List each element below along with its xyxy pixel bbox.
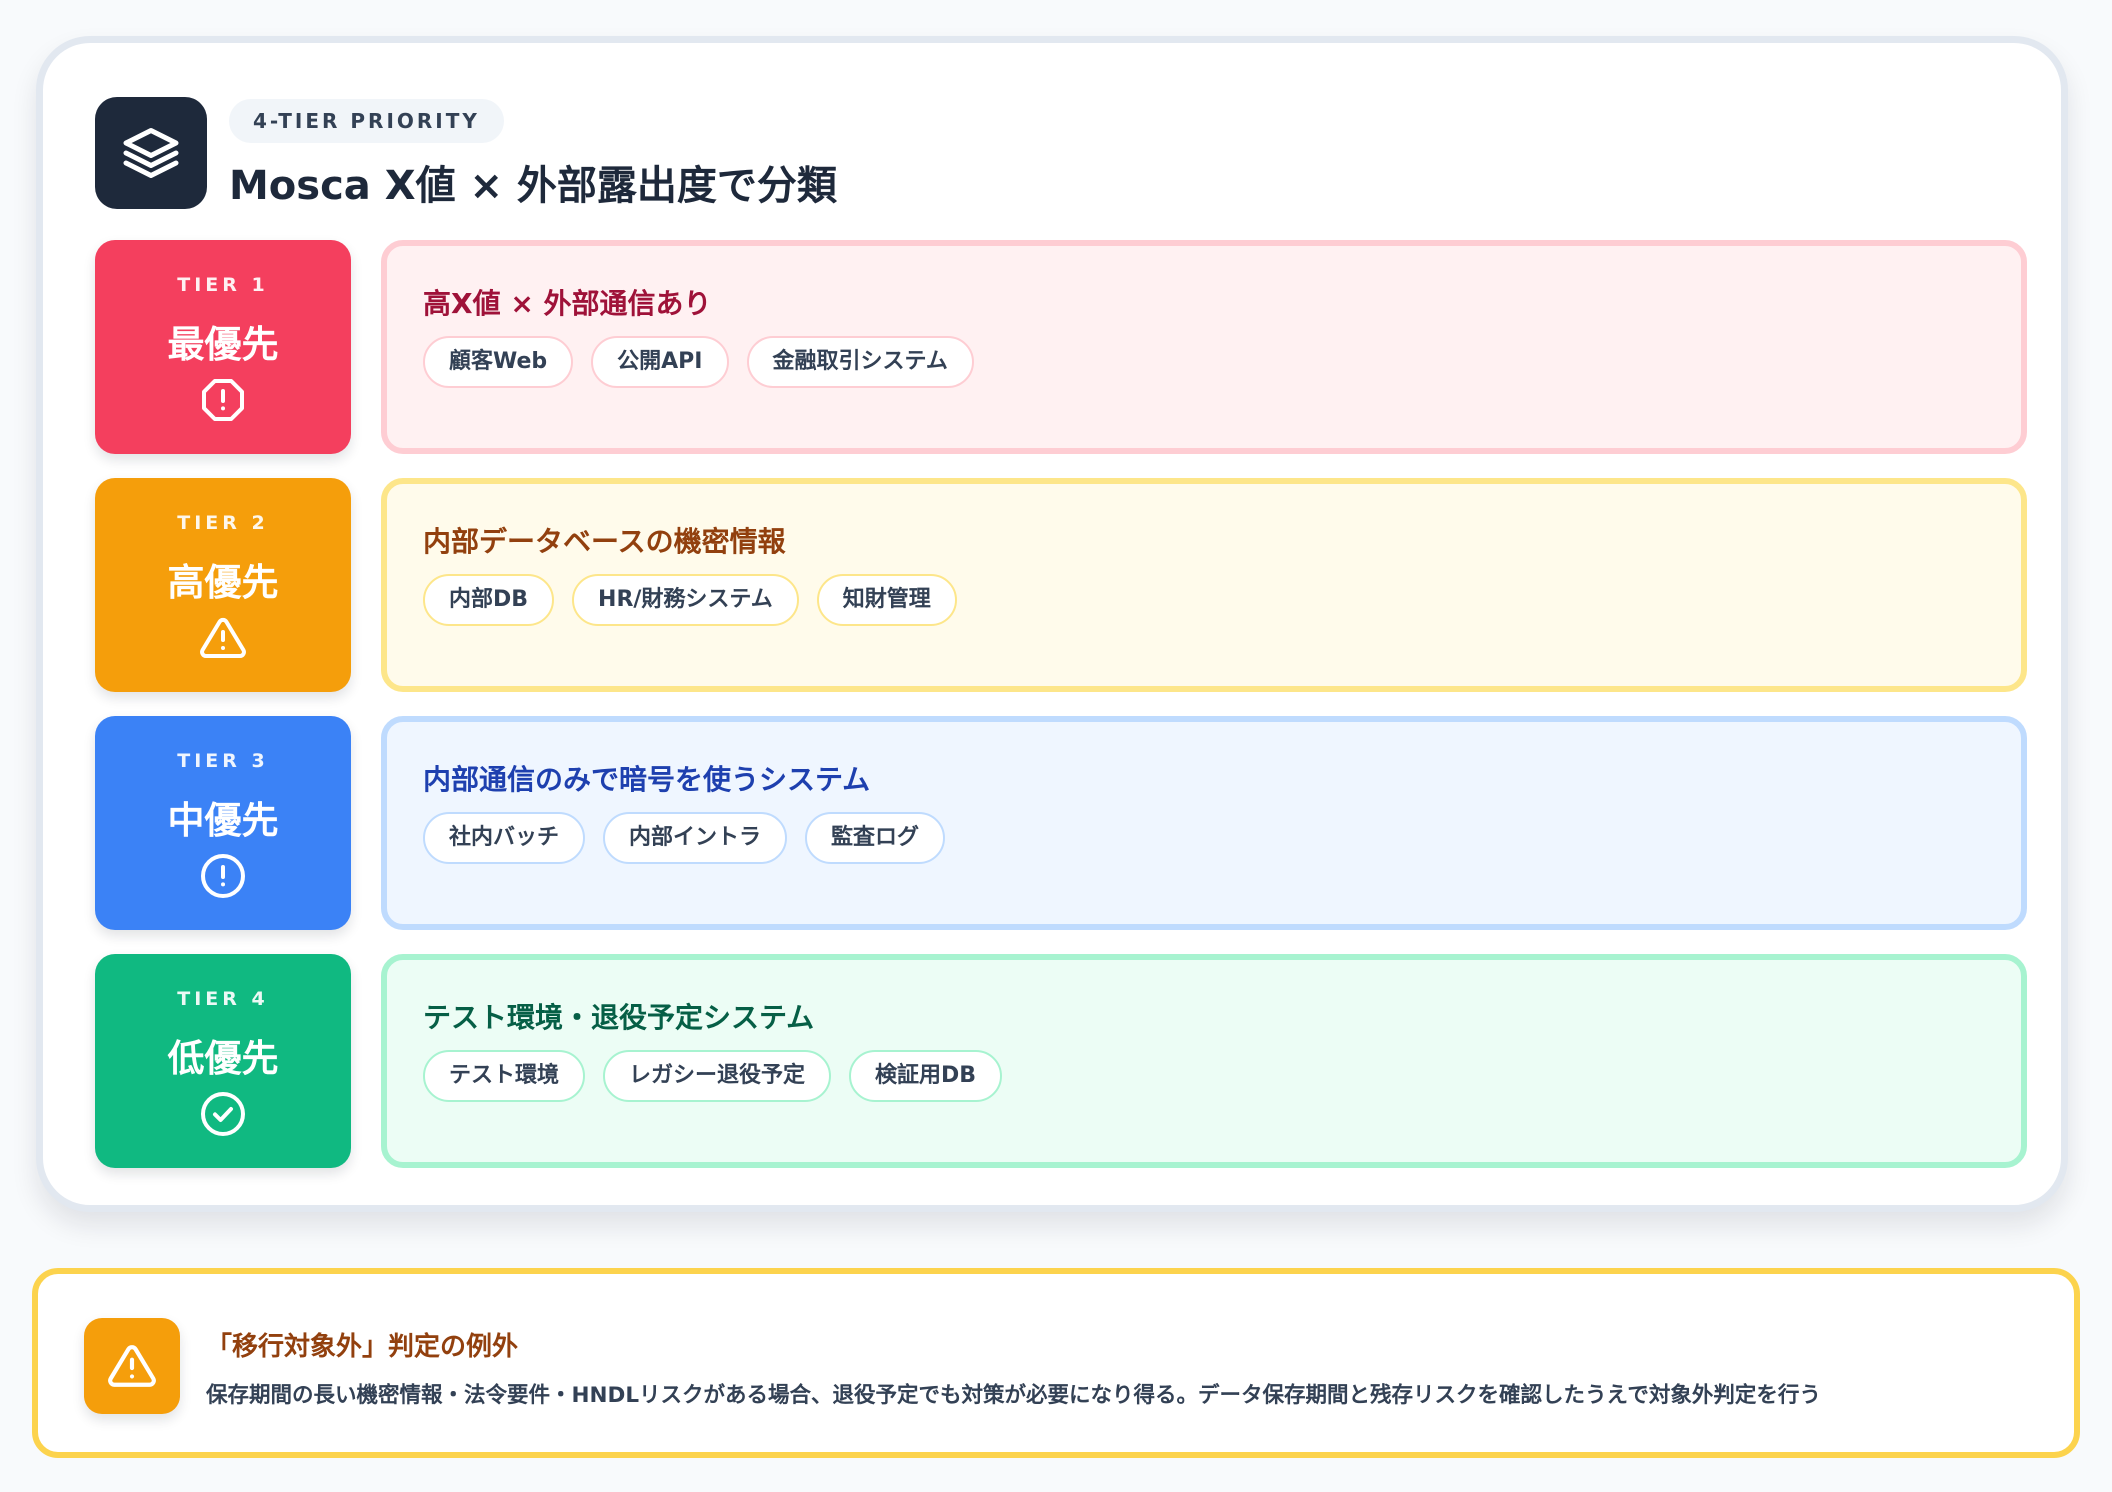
tier-priority: 中優先 xyxy=(167,799,279,842)
tier-badge-3: TIER 3 中優先 xyxy=(95,716,351,930)
alert-circle-icon xyxy=(201,854,245,898)
chip-list: テスト環境 レガシー退役予定 検証用DB xyxy=(423,1050,1020,1102)
warning-triangle-icon xyxy=(200,617,246,658)
tier-row-4: TIER 4 低優先 テスト環境・退役予定システム テスト環境 レガシー退役予定… xyxy=(95,954,2027,1168)
system-chip: レガシー退役予定 xyxy=(603,1050,832,1102)
tier-row-3: TIER 3 中優先 内部通信のみで暗号を使うシステム 社内バッチ 内部イントラ… xyxy=(95,716,2027,930)
system-chip: 金融取引システム xyxy=(746,336,974,388)
tier-label: TIER 4 xyxy=(177,988,269,1010)
tier-badge-4: TIER 4 低優先 xyxy=(95,954,351,1168)
logo xyxy=(95,97,207,209)
system-chip: 監査ログ xyxy=(805,812,946,864)
tier-panel-1: 高X値 × 外部通信あり 顧客Web 公開API 金融取引システム xyxy=(381,240,2027,454)
tier-row-2: TIER 2 高優先 内部データベースの機密情報 内部DB HR/財務システム … xyxy=(95,478,2027,692)
tier-heading: 高X値 × 外部通信あり xyxy=(423,287,712,320)
page-title: Mosca X値 × 外部露出度で分類 xyxy=(229,163,837,209)
system-chip: 知財管理 xyxy=(816,574,957,626)
layers-icon xyxy=(123,128,179,178)
chip-list: 社内バッチ 内部イントラ 監査ログ xyxy=(423,812,963,864)
kicker-badge: 4-TIER PRIORITY xyxy=(229,99,504,143)
tier-heading: テスト環境・退役予定システム xyxy=(423,1001,815,1034)
system-chip: 内部DB xyxy=(423,574,555,626)
tier-priority: 最優先 xyxy=(167,323,279,366)
tier-panel-3: 内部通信のみで暗号を使うシステム 社内バッチ 内部イントラ 監査ログ xyxy=(381,716,2027,930)
alert-octagon-icon xyxy=(202,379,244,421)
system-chip: 公開API xyxy=(591,336,729,388)
exception-note: 「移行対象外」判定の例外 保存期間の長い機密情報・法令要件・HNDLリスクがある… xyxy=(32,1268,2080,1458)
tier-priority: 低優先 xyxy=(167,1037,279,1080)
chip-list: 顧客Web 公開API 金融取引システム xyxy=(423,336,992,388)
note-icon-box xyxy=(84,1318,180,1414)
tier-heading: 内部通信のみで暗号を使うシステム xyxy=(423,763,871,796)
check-circle-icon xyxy=(201,1092,245,1136)
tier-row-1: TIER 1 最優先 高X値 × 外部通信あり 顧客Web 公開API 金融取引… xyxy=(95,240,2027,454)
tier-label: TIER 2 xyxy=(177,512,269,534)
tier-label: TIER 3 xyxy=(177,750,269,772)
tier-card: 4-TIER PRIORITY Mosca X値 × 外部露出度で分類 TIER… xyxy=(36,36,2068,1212)
tier-panel-4: テスト環境・退役予定システム テスト環境 レガシー退役予定 検証用DB xyxy=(381,954,2027,1168)
tier-priority: 高優先 xyxy=(167,561,279,604)
system-chip: HR/財務システム xyxy=(572,574,799,626)
system-chip: 社内バッチ xyxy=(423,812,586,864)
tier-panel-2: 内部データベースの機密情報 内部DB HR/財務システム 知財管理 xyxy=(381,478,2027,692)
tier-badge-1: TIER 1 最優先 xyxy=(95,240,351,454)
note-body: 保存期間の長い機密情報・法令要件・HNDLリスクがある場合、退役予定でも対策が必… xyxy=(206,1383,1821,1408)
system-chip: 顧客Web xyxy=(423,336,574,388)
warning-triangle-icon xyxy=(108,1345,156,1387)
chip-list: 内部DB HR/財務システム 知財管理 xyxy=(423,574,975,626)
system-chip: テスト環境 xyxy=(423,1050,586,1102)
tier-heading: 内部データベースの機密情報 xyxy=(423,525,786,558)
system-chip: 内部イントラ xyxy=(603,812,788,864)
system-chip: 検証用DB xyxy=(849,1050,1003,1102)
tier-badge-2: TIER 2 高優先 xyxy=(95,478,351,692)
tier-label: TIER 1 xyxy=(177,274,269,296)
note-title: 「移行対象外」判定の例外 xyxy=(206,1332,519,1362)
